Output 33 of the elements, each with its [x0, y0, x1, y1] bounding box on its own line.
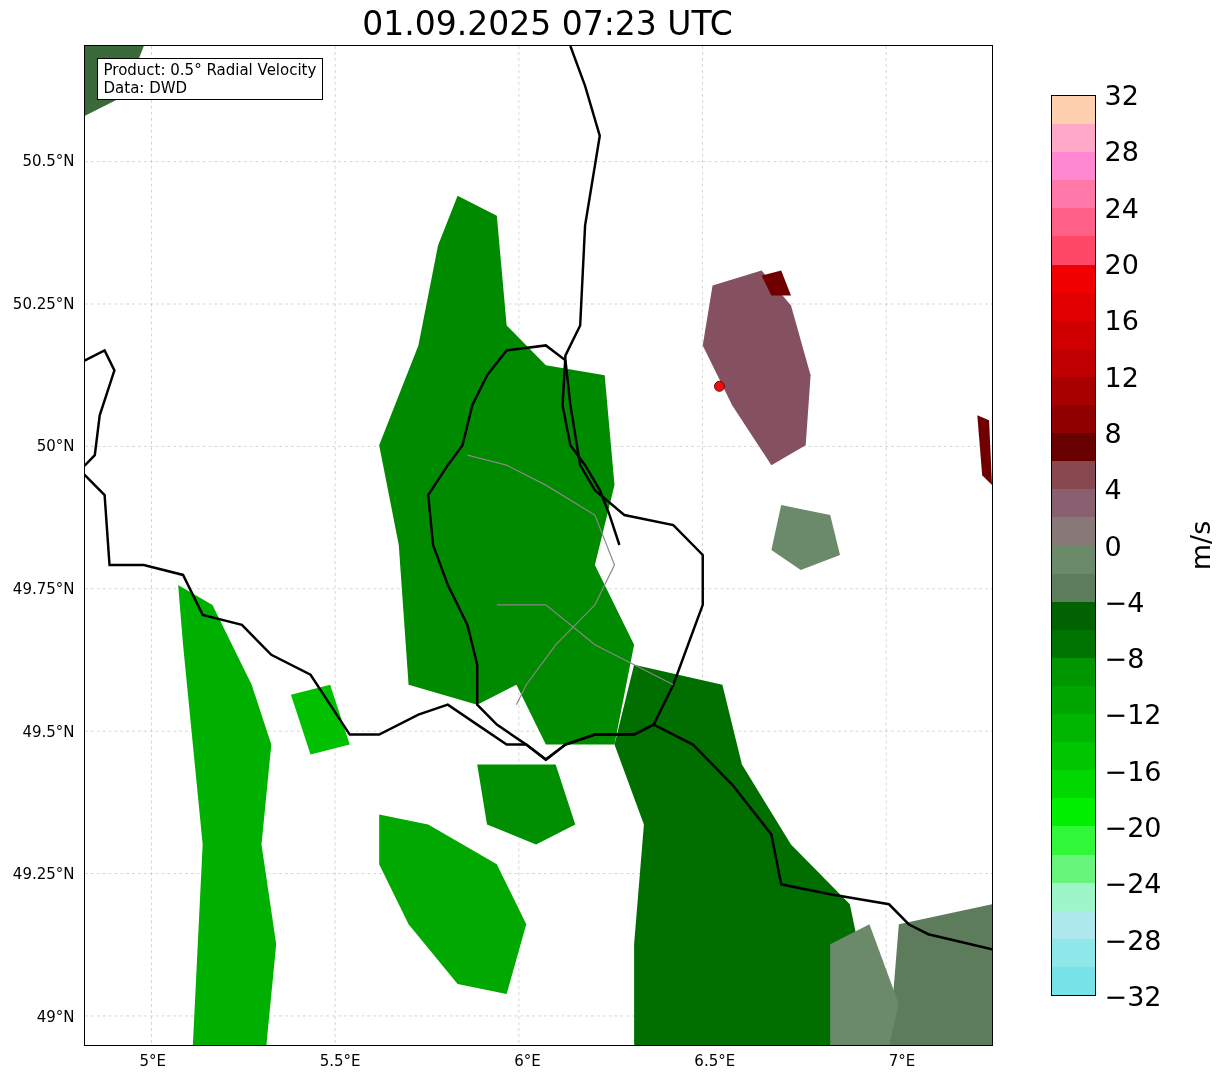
latitude-label: 50.25°N: [12, 294, 75, 313]
longitude-label: 6.5°E: [694, 1052, 736, 1070]
latitude-label: 49°N: [36, 1007, 75, 1026]
colorbar-tick-label: −16: [1104, 755, 1162, 787]
colorbar-tick-label: 24: [1104, 192, 1139, 224]
info-text: Data: DWD: [103, 79, 189, 97]
longitude-label: 5°E: [139, 1052, 167, 1070]
colorbar-tick-label: 20: [1104, 248, 1139, 280]
colorbar-tick-label: 28: [1104, 135, 1139, 167]
longitude-label: 5.5°E: [319, 1052, 361, 1070]
latitude-label: 49.5°N: [22, 722, 75, 741]
colorbar-tick-label: −4: [1104, 586, 1145, 618]
colorbar-tick-label: −28: [1104, 924, 1162, 956]
latitude-label: 49.75°N: [12, 579, 75, 598]
longitude-label: 6°E: [514, 1052, 541, 1070]
colorbar-tick-label: 32: [1104, 79, 1139, 111]
colorbar-tick-label: 0: [1104, 530, 1122, 561]
colorbar-tick-label: 12: [1104, 361, 1139, 393]
colorbar-unit-label: m/s: [1184, 520, 1216, 571]
latitude-label: 49.25°N: [12, 865, 75, 884]
chart-title: 01.09.2025 07:23 UTC: [361, 3, 734, 45]
colorbar-tick-label: −20: [1104, 811, 1162, 843]
latitude-label: 50°N: [36, 437, 75, 456]
colorbar-tick-label: 16: [1104, 304, 1139, 336]
longitude-label: 7°E: [888, 1052, 916, 1070]
colorbar-tick-label: 4: [1104, 473, 1122, 505]
colorbar-tick-label: 8: [1104, 417, 1122, 449]
colorbar-tick-label: −24: [1104, 867, 1162, 899]
info-text: Product: 0.5° Radial Velocity: [103, 61, 317, 79]
colorbar-tick-label: −32: [1104, 980, 1162, 1012]
colorbar-tick-label: −8: [1104, 642, 1145, 674]
colorbar-tick-label: −12: [1104, 698, 1162, 730]
latitude-label: 50.5°N: [22, 151, 75, 170]
